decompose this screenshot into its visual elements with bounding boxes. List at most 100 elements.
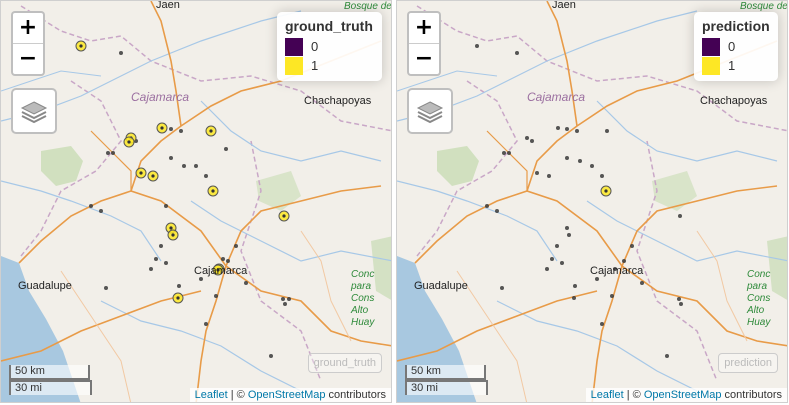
point-class-0[interactable]	[221, 257, 225, 261]
point-class-0[interactable]	[204, 322, 208, 326]
point-class-0[interactable]	[610, 294, 614, 298]
layers-button[interactable]	[407, 88, 453, 134]
place-cajamarca-region: Cajamarca	[527, 90, 586, 104]
point-class-0[interactable]	[600, 322, 604, 326]
point-class-0[interactable]	[485, 204, 489, 208]
legend-row-1: 1	[702, 56, 770, 75]
point-class-0[interactable]	[502, 151, 506, 155]
point-class-1-center	[604, 189, 608, 193]
point-class-1-center	[211, 189, 215, 193]
river	[496, 300, 698, 392]
point-class-0[interactable]	[283, 302, 287, 306]
zoom-out-button[interactable]: −	[13, 43, 43, 74]
point-class-0[interactable]	[169, 156, 173, 160]
point-class-0[interactable]	[224, 147, 228, 151]
prediction-map[interactable]: Jaen Cajamarca Chachapoyas Cajamarca Gua…	[396, 0, 788, 403]
point-class-0[interactable]	[622, 259, 626, 263]
point-class-1-center	[151, 174, 155, 178]
point-class-0[interactable]	[244, 281, 248, 285]
point-class-0[interactable]	[572, 296, 576, 300]
point-class-0[interactable]	[149, 267, 153, 271]
legend-label-0: 0	[311, 39, 319, 54]
point-class-0[interactable]	[106, 151, 110, 155]
legend-label-1: 1	[311, 58, 319, 73]
point-class-0[interactable]	[269, 354, 273, 358]
point-class-0[interactable]	[565, 156, 569, 160]
point-class-0[interactable]	[605, 129, 609, 133]
point-class-0[interactable]	[665, 354, 669, 358]
point-class-0[interactable]	[567, 233, 571, 237]
point-class-0[interactable]	[515, 51, 519, 55]
point-class-0[interactable]	[578, 159, 582, 163]
point-class-0[interactable]	[630, 244, 634, 248]
point-class-0[interactable]	[679, 302, 683, 306]
point-class-1-center	[127, 140, 131, 144]
point-class-0[interactable]	[525, 136, 529, 140]
point-class-0[interactable]	[475, 44, 479, 48]
river	[200, 100, 382, 162]
point-class-0[interactable]	[500, 286, 504, 290]
protected-area	[256, 171, 301, 211]
point-class-0[interactable]	[99, 209, 103, 213]
zoom-out-button[interactable]: −	[409, 43, 439, 74]
point-class-0[interactable]	[104, 286, 108, 290]
river	[100, 300, 302, 392]
point-class-0[interactable]	[194, 164, 198, 168]
point-class-0[interactable]	[169, 127, 173, 131]
protected-area	[437, 146, 479, 186]
point-class-0[interactable]	[159, 244, 163, 248]
point-class-0[interactable]	[590, 164, 594, 168]
point-class-0[interactable]	[177, 284, 181, 288]
point-class-0[interactable]	[677, 297, 681, 301]
point-class-0[interactable]	[164, 204, 168, 208]
point-class-0[interactable]	[678, 214, 682, 218]
map-figure: Jaen Cajamarca Chachapoyas Cajamarca Gua…	[0, 0, 789, 405]
point-class-0[interactable]	[287, 297, 291, 301]
point-class-1-center	[282, 214, 286, 218]
point-class-0[interactable]	[555, 244, 559, 248]
ground-truth-map[interactable]: Jaen Cajamarca Chachapoyas Cajamarca Gua…	[0, 0, 392, 403]
point-class-0[interactable]	[214, 294, 218, 298]
point-class-0[interactable]	[530, 139, 534, 143]
point-class-0[interactable]	[545, 267, 549, 271]
point-class-0[interactable]	[565, 226, 569, 230]
legend-swatch-0	[285, 37, 303, 56]
point-class-0[interactable]	[204, 174, 208, 178]
point-class-0[interactable]	[550, 257, 554, 261]
point-class-0[interactable]	[600, 174, 604, 178]
point-class-0[interactable]	[111, 151, 115, 155]
zoom-in-button[interactable]: +	[13, 13, 43, 43]
layers-button[interactable]	[11, 88, 57, 134]
river	[596, 100, 778, 162]
point-class-0[interactable]	[573, 284, 577, 288]
point-class-0[interactable]	[507, 151, 511, 155]
osm-link[interactable]: OpenStreetMap	[644, 389, 722, 401]
point-class-0[interactable]	[182, 164, 186, 168]
point-class-0[interactable]	[547, 174, 551, 178]
legend-row-1: 1	[285, 56, 374, 75]
leaflet-link[interactable]: Leaflet	[591, 389, 624, 401]
point-class-0[interactable]	[164, 261, 168, 265]
attribution-contrib: contributors	[325, 389, 386, 401]
point-class-0[interactable]	[179, 129, 183, 133]
point-class-0[interactable]	[640, 281, 644, 285]
zoom-in-button[interactable]: +	[409, 13, 439, 43]
point-class-0[interactable]	[495, 209, 499, 213]
point-class-0[interactable]	[234, 244, 238, 248]
osm-link[interactable]: OpenStreetMap	[248, 389, 326, 401]
point-class-0[interactable]	[575, 129, 579, 133]
point-class-0[interactable]	[595, 277, 599, 281]
point-class-0[interactable]	[89, 204, 93, 208]
point-class-0[interactable]	[560, 261, 564, 265]
point-class-0[interactable]	[281, 297, 285, 301]
point-class-0[interactable]	[119, 51, 123, 55]
place-jaen: Jaen	[552, 0, 576, 11]
leaflet-link[interactable]: Leaflet	[195, 389, 228, 401]
point-class-0[interactable]	[154, 257, 158, 261]
point-class-0[interactable]	[226, 259, 230, 263]
point-class-0[interactable]	[199, 277, 203, 281]
point-class-0[interactable]	[535, 171, 539, 175]
place-guadalupe: Guadalupe	[414, 280, 468, 292]
point-class-0[interactable]	[556, 126, 560, 130]
point-class-0[interactable]	[565, 127, 569, 131]
